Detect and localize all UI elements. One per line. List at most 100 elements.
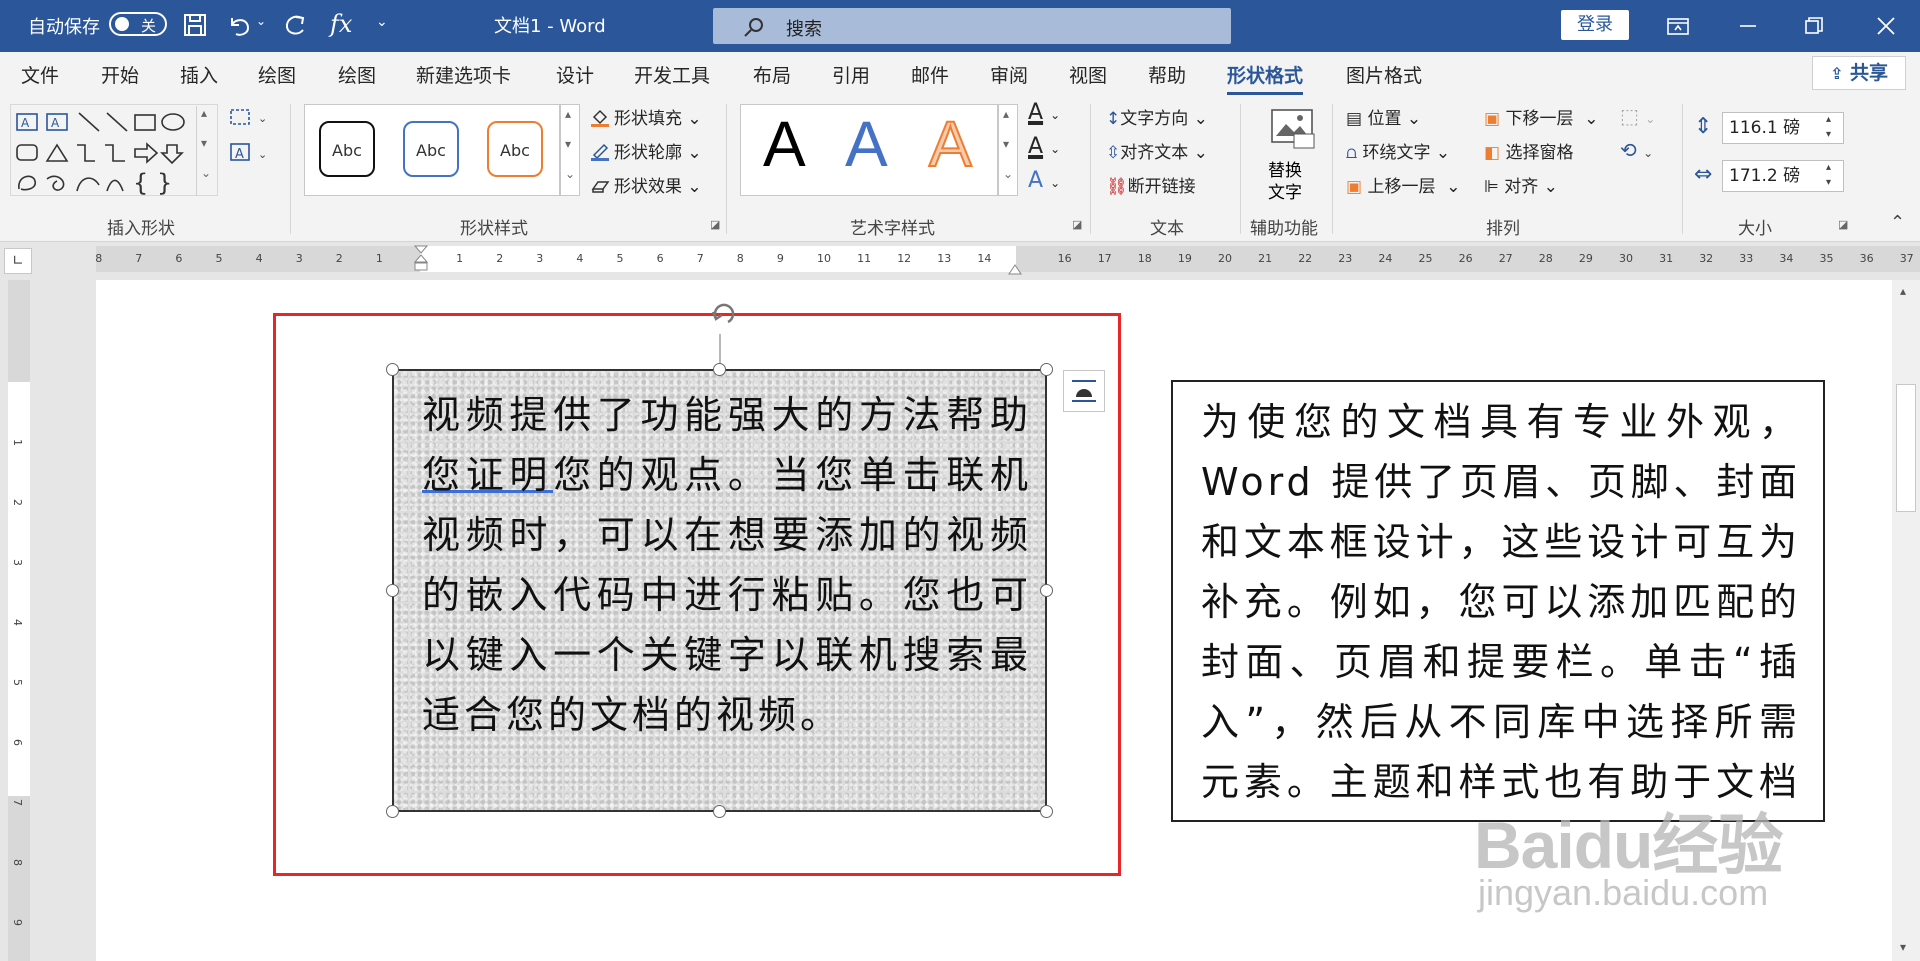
undo-dropdown-icon[interactable]: ⌄ <box>256 14 266 28</box>
tab-picture-format[interactable]: 图片格式 <box>1346 61 1422 88</box>
shapes-gallery-scroll[interactable]: ▴ ▾ ⌄ <box>196 106 217 196</box>
textured-text-box-content[interactable]: 视频提供了功能强大的方法帮助您证明您的观点。当您单击联机视频时，可以在想要添加的… <box>422 385 1032 745</box>
bring-forward-button[interactable]: ▣ 上移一层 ⌄ <box>1346 172 1461 197</box>
shape-fill-button[interactable]: 形状填充 ⌄ <box>590 104 702 129</box>
width-spinner-icon[interactable]: ▴ ▾ <box>1826 160 1831 190</box>
ribbon-display-options-icon[interactable] <box>1648 0 1708 52</box>
text-fill-button[interactable]: A ⌄ <box>1028 100 1060 125</box>
autosave-state: 关 <box>141 17 157 35</box>
style-preset-orange[interactable]: Abc <box>487 121 543 177</box>
resize-handle-left[interactable] <box>386 584 399 597</box>
ruler-number: 19 <box>1177 252 1192 265</box>
save-icon[interactable] <box>183 13 207 37</box>
tab-shape-format[interactable]: 形状格式 <box>1227 61 1304 95</box>
search-box[interactable]: 搜索 <box>713 8 1231 44</box>
text-outline-icon: A <box>1028 134 1044 159</box>
text-box-content[interactable]: 为使您的文档具有专业外观，Word 提供了页眉、页脚、封面和文本框设计，这些设计… <box>1201 392 1801 820</box>
shape-effects-icon <box>591 181 610 193</box>
tab-draw[interactable]: 绘图 <box>258 61 296 88</box>
wordart-blue[interactable]: A <box>845 107 888 181</box>
wrap-text-button[interactable]: ⩍ 环绕文字 ⌄ <box>1346 138 1450 163</box>
share-button[interactable]: ⇪ 共享 <box>1812 56 1906 90</box>
indent-marker-icon[interactable] <box>413 244 429 280</box>
resize-handle-bottom-right[interactable] <box>1040 805 1053 818</box>
alt-text-button[interactable]: 替换 文字 <box>1262 104 1326 204</box>
tab-design[interactable]: 设计 <box>556 61 594 88</box>
toggle-knob <box>115 17 129 31</box>
tab-new-tab[interactable]: 新建选项卡 <box>416 61 511 88</box>
minimize-icon[interactable] <box>1718 0 1778 52</box>
text-direction-icon: ↕ <box>1106 109 1121 129</box>
resize-handle-right[interactable] <box>1040 584 1053 597</box>
group-objects-icon[interactable]: ⬚ ⌄ <box>1620 104 1655 128</box>
right-indent-marker-icon[interactable] <box>1007 260 1023 276</box>
shape-styles-gallery[interactable]: Abc Abc Abc <box>304 104 560 196</box>
login-button[interactable]: 登录 <box>1561 10 1629 40</box>
tab-home[interactable]: 开始 <box>101 61 139 88</box>
align-button[interactable]: ⊫ 对齐 ⌄ <box>1484 172 1558 197</box>
draw-text-box-icon[interactable]: A ⌄ <box>228 140 272 164</box>
resize-handle-top-right[interactable] <box>1040 363 1053 376</box>
text-outline-button[interactable]: A ⌄ <box>1028 134 1060 159</box>
wordart-black[interactable]: A <box>763 107 806 181</box>
edit-shape-icon[interactable]: ⌄ <box>228 106 272 130</box>
customize-qat-icon[interactable]: ⌄ <box>376 14 388 30</box>
text-box[interactable]: 为使您的文档具有专业外观，Word 提供了页眉、页脚、封面和文本框设计，这些设计… <box>1171 380 1825 822</box>
collapse-ribbon-icon[interactable]: ⌃ <box>1890 212 1905 233</box>
height-spinner-icon[interactable]: ▴ ▾ <box>1826 112 1831 142</box>
shape-outline-button[interactable]: 形状轮廓 ⌄ <box>590 138 702 163</box>
redo-icon[interactable] <box>282 12 308 38</box>
rotate-handle-icon[interactable] <box>704 300 744 370</box>
autosave-toggle[interactable]: 关 <box>109 12 167 36</box>
ruler-number: 2 <box>496 252 504 265</box>
send-backward-button[interactable]: ▣ 下移一层 ⌄ <box>1484 104 1599 129</box>
ruler-number: 18 <box>1137 252 1152 265</box>
position-button[interactable]: ▤ 位置 ⌄ <box>1346 104 1421 129</box>
tab-review[interactable]: 审阅 <box>990 61 1028 88</box>
align-text-button[interactable]: ⇳对齐文本 ⌄ <box>1106 138 1208 163</box>
selection-pane-button[interactable]: ◧ 选择窗格 <box>1484 138 1573 163</box>
wordart-gallery-scroll[interactable]: ▴ ▾ ⌄ <box>998 104 1018 196</box>
scroll-down-icon[interactable]: ▾ <box>1900 940 1906 954</box>
text-direction-label: 文字方向 <box>1120 109 1189 129</box>
shapes-gallery[interactable]: A A { } <box>10 104 218 197</box>
tab-file[interactable]: 文件 <box>21 61 59 88</box>
shape-effects-button[interactable]: 形状效果 ⌄ <box>590 172 702 197</box>
resize-handle-top-left[interactable] <box>386 363 399 376</box>
resize-handle-bottom-left[interactable] <box>386 805 399 818</box>
dialog-launcher-icon[interactable]: ◪ <box>710 218 720 231</box>
resize-handle-top[interactable] <box>713 363 726 376</box>
scrollbar-thumb[interactable] <box>1896 384 1916 512</box>
function-icon[interactable]: fx <box>330 10 352 38</box>
tab-mailings[interactable]: 邮件 <box>911 61 949 88</box>
style-preset-black[interactable]: Abc <box>319 121 375 177</box>
text-effects-button[interactable]: A ⌄ <box>1028 168 1060 193</box>
dialog-launcher-icon[interactable]: ◪ <box>1072 218 1082 231</box>
tab-insert[interactable]: 插入 <box>180 61 218 88</box>
resize-handle-bottom[interactable] <box>713 805 726 818</box>
tab-developer[interactable]: 开发工具 <box>634 61 710 88</box>
undo-icon[interactable] <box>226 12 252 38</box>
ruler-number: 27 <box>1498 252 1513 265</box>
tab-draw-2[interactable]: 绘图 <box>338 61 376 88</box>
tab-layout[interactable]: 布局 <box>753 61 791 88</box>
ruler-number: 36 <box>1859 252 1874 265</box>
shape-styles-scroll[interactable]: ▴ ▾ ⌄ <box>560 104 580 196</box>
tab-help[interactable]: 帮助 <box>1148 61 1186 88</box>
restore-icon[interactable] <box>1784 0 1844 52</box>
group-separator <box>726 104 727 234</box>
tab-references[interactable]: 引用 <box>832 61 870 88</box>
rotate-icon[interactable]: ⟲ ⌄ <box>1620 138 1653 162</box>
layout-options-button[interactable] <box>1063 370 1105 412</box>
vertical-scrollbar[interactable]: ▴ ▾ <box>1892 280 1920 961</box>
dialog-launcher-icon[interactable]: ◪ <box>1838 218 1848 231</box>
style-preset-blue[interactable]: Abc <box>403 121 459 177</box>
text-direction-button[interactable]: ↕文字方向 ⌄ <box>1106 104 1208 129</box>
scroll-up-icon[interactable]: ▴ <box>1900 284 1906 298</box>
break-link-button[interactable]: ⛓断开链接 <box>1106 172 1196 197</box>
close-icon[interactable] <box>1856 0 1916 52</box>
wordart-orange-outline[interactable]: A <box>928 107 973 181</box>
wordart-gallery[interactable]: A A A <box>740 104 998 196</box>
tab-view[interactable]: 视图 <box>1069 61 1107 88</box>
textured-text-box[interactable]: 视频提供了功能强大的方法帮助您证明您的观点。当您单击联机视频时，可以在想要添加的… <box>392 369 1047 812</box>
